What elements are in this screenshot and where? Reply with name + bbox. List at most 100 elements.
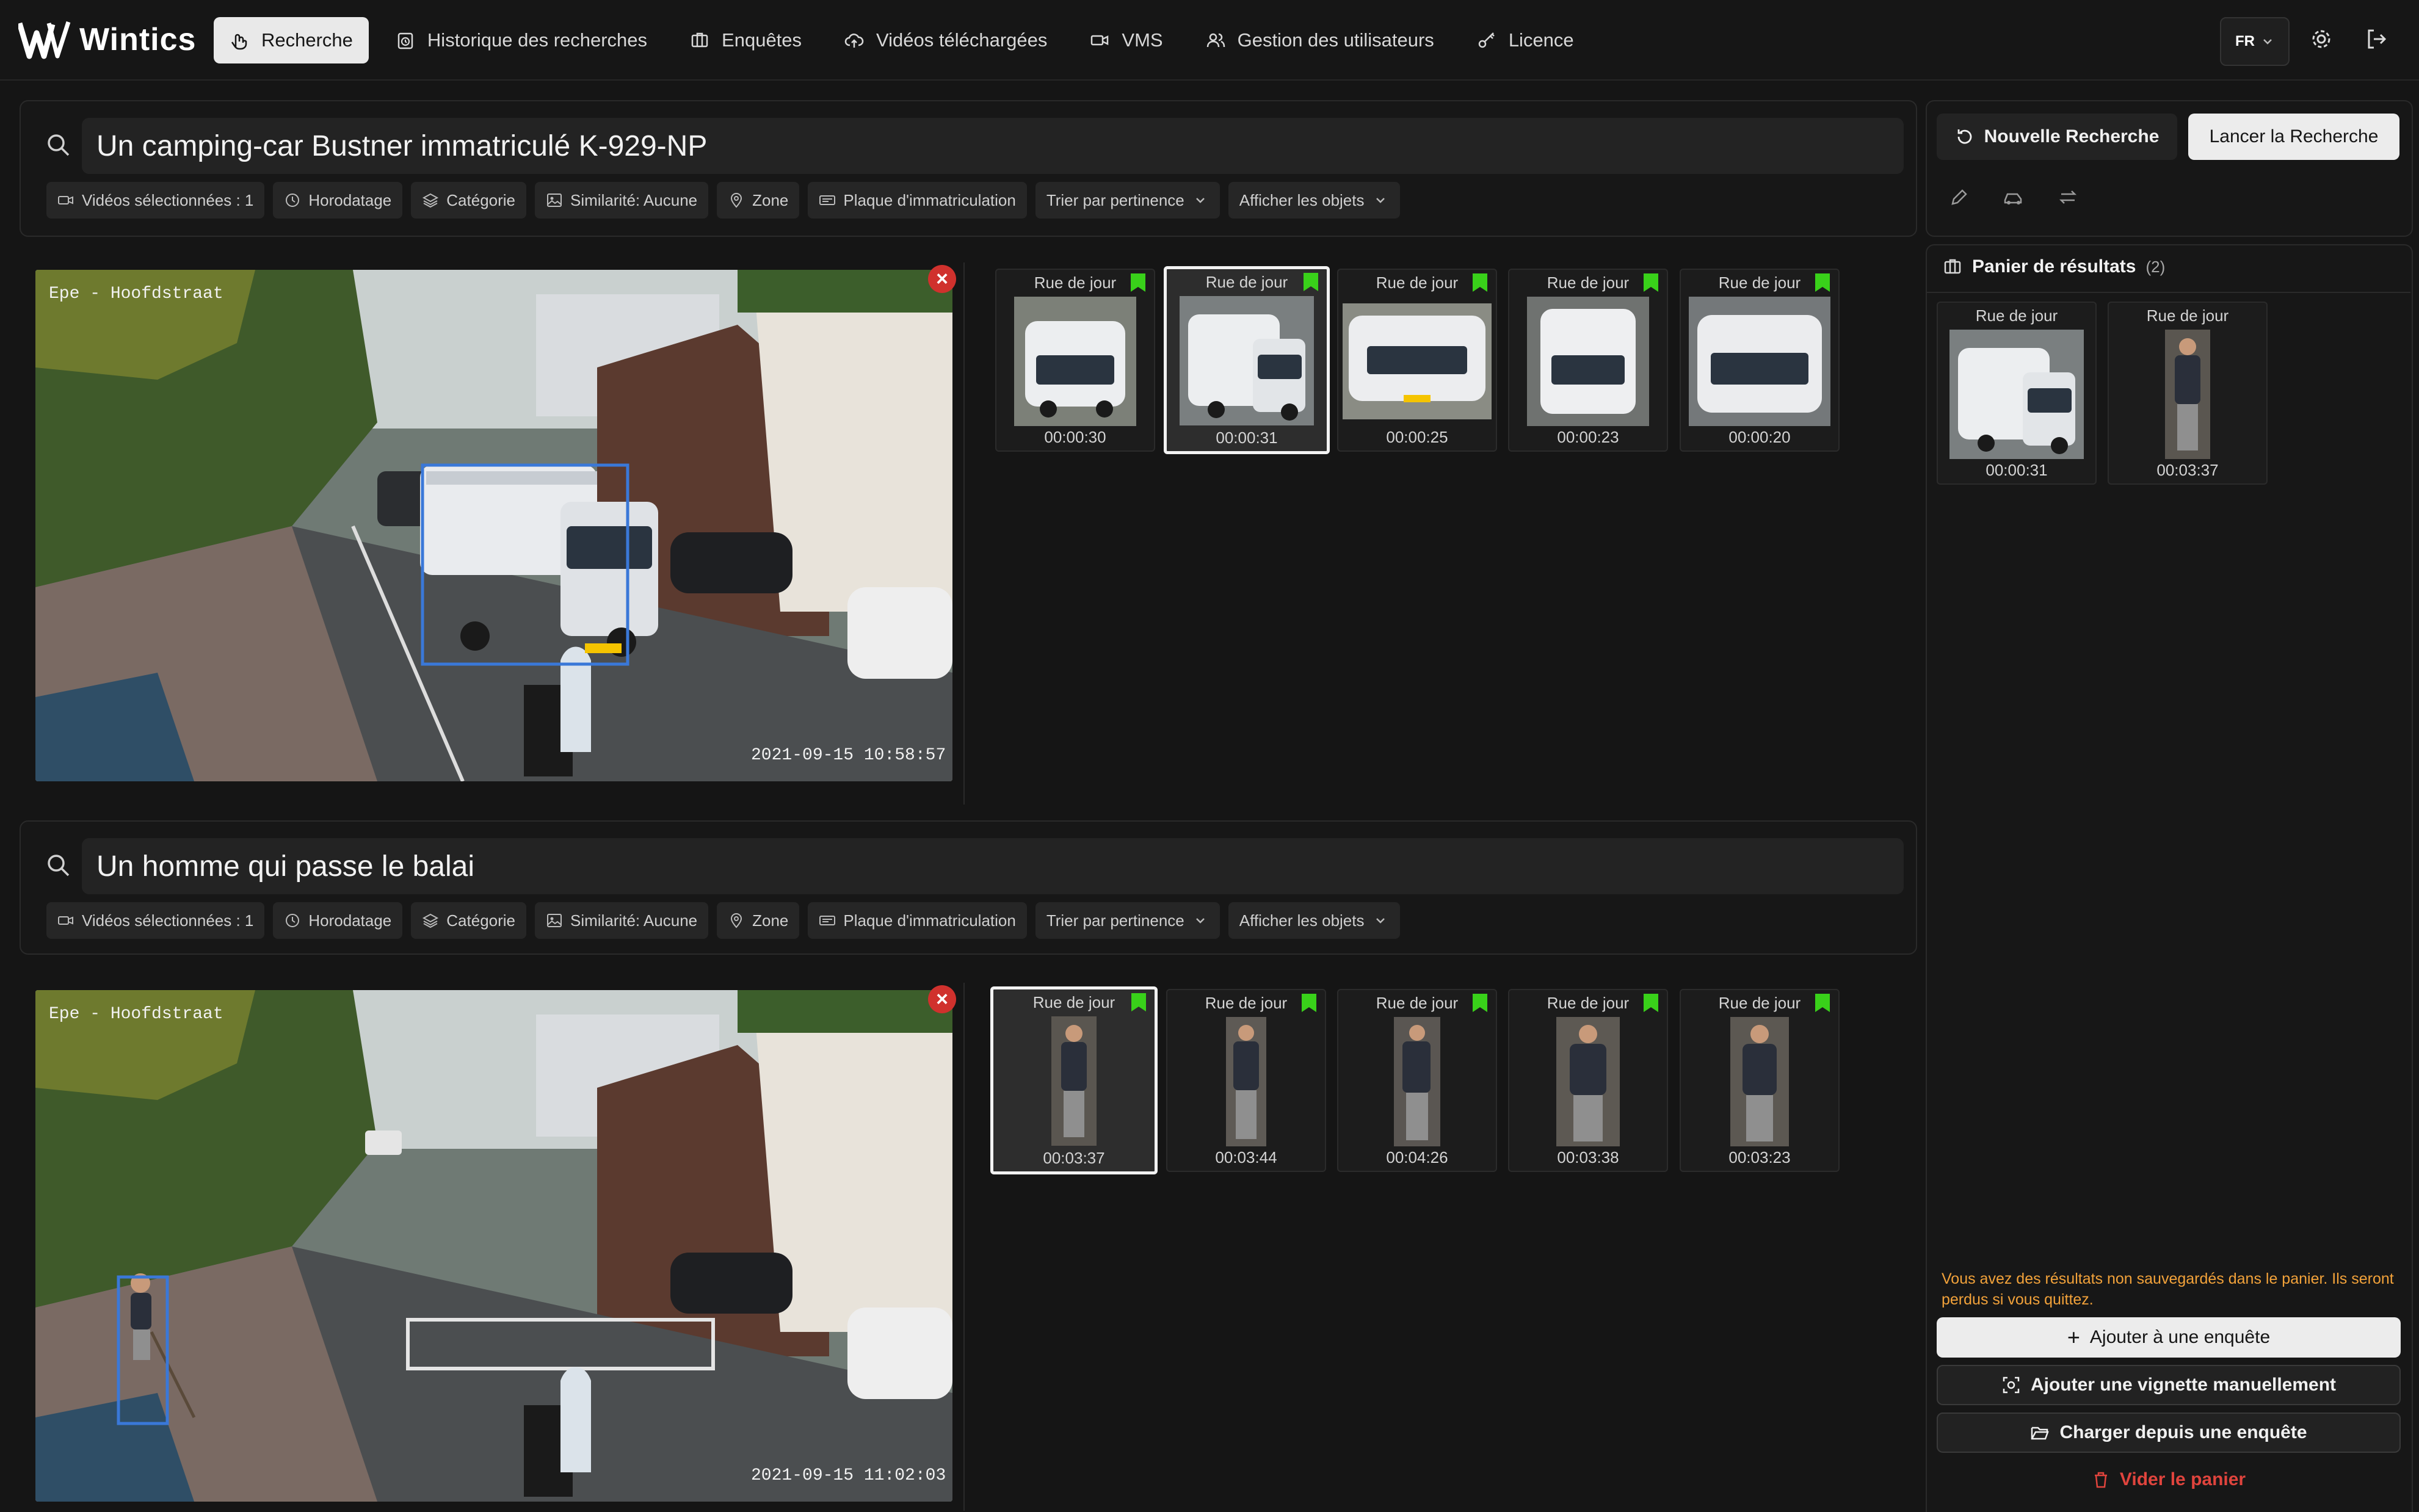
- chip-show-objects[interactable]: Afficher les objets: [1228, 182, 1400, 219]
- chip-show-objects[interactable]: Afficher les objets: [1228, 902, 1400, 939]
- result-thumbnail-selected[interactable]: Rue de jour 00:03:37: [990, 986, 1158, 1174]
- nav-label: Enquêtes: [722, 29, 802, 51]
- chip-label: Catégorie: [446, 190, 516, 209]
- thumb-label: Rue de jour: [1975, 306, 2058, 325]
- car-icon[interactable]: [2003, 187, 2025, 208]
- nav-item-videos-telechargees[interactable]: Vidéos téléchargées: [829, 17, 1063, 63]
- plus-icon: +: [2067, 1325, 2080, 1350]
- chip-category[interactable]: Catégorie: [411, 902, 527, 939]
- result-thumbnail[interactable]: Rue de jour 00:00:20: [1680, 269, 1840, 452]
- divider: [963, 983, 965, 1511]
- nav-item-recherche[interactable]: Recherche: [214, 17, 369, 63]
- camper-van: [420, 465, 658, 657]
- close-icon: ×: [936, 987, 948, 1011]
- run-search-button[interactable]: Lancer la Recherche: [2188, 114, 2399, 160]
- nav-item-gestion-utilisateurs[interactable]: Gestion des utilisateurs: [1190, 17, 1450, 63]
- chip-similarity[interactable]: Similarité: Aucune: [535, 902, 709, 939]
- result-thumbnail[interactable]: Rue de jour 00:03:23: [1680, 989, 1840, 1172]
- result-thumbnail[interactable]: Rue de jour 00:03:38: [1508, 989, 1668, 1172]
- bookmark-icon[interactable]: [1302, 994, 1316, 1012]
- pencil-icon[interactable]: [1949, 187, 1970, 208]
- chip-zone[interactable]: Zone: [717, 182, 800, 219]
- chip-sort[interactable]: Trier par pertinence: [1035, 182, 1220, 219]
- bookmark-icon[interactable]: [1473, 273, 1487, 292]
- run-search-label: Lancer la Recherche: [2209, 126, 2379, 146]
- chip-timestamp[interactable]: Horodatage: [273, 182, 403, 219]
- image-icon: [547, 914, 562, 927]
- key-icon: [1478, 32, 1495, 48]
- chip-zone[interactable]: Zone: [717, 902, 800, 939]
- bookmark-icon[interactable]: [1644, 994, 1658, 1012]
- chip-label: Trier par pertinence: [1046, 190, 1184, 209]
- detection-overlay: [117, 1273, 196, 1425]
- chip-sort[interactable]: Trier par pertinence: [1035, 902, 1220, 939]
- add-to-case-button[interactable]: + Ajouter à une enquête: [1937, 1317, 2401, 1358]
- chip-license-plate[interactable]: Plaque d'immatriculation: [808, 902, 1027, 939]
- close-frame-button[interactable]: ×: [928, 265, 956, 293]
- chip-label: Plaque d'immatriculation: [843, 190, 1016, 209]
- video-camera-icon: [58, 196, 73, 204]
- nav-item-licence[interactable]: Licence: [1461, 17, 1590, 63]
- result-thumbnail-selected[interactable]: Rue de jour 00:00:31: [1164, 266, 1330, 454]
- nav-item-historique[interactable]: Historique des recherches: [380, 17, 663, 63]
- chip-label: Horodatage: [308, 190, 392, 209]
- app-logo[interactable]: Wintics: [18, 18, 196, 61]
- search-filters-2: Vidéos sélectionnées : 1 Horodatage Caté…: [46, 902, 1400, 939]
- thumb-label: Rue de jour: [2146, 306, 2229, 325]
- video-frame-1[interactable]: Epe - Hoofdstraat 2021-09-15 10:58:57: [35, 270, 952, 781]
- empty-basket-button[interactable]: Vider le panier: [1937, 1463, 2401, 1497]
- thumb-time: 00:03:44: [1215, 1148, 1277, 1167]
- person-with-broom: [131, 1273, 196, 1419]
- camera-label: Epe - Hoofdstraat: [49, 284, 223, 303]
- chip-license-plate[interactable]: Plaque d'immatriculation: [808, 182, 1027, 219]
- bookmark-icon[interactable]: [1815, 273, 1830, 292]
- language-selector[interactable]: FR: [2220, 17, 2290, 66]
- nav-item-enquetes[interactable]: Enquêtes: [674, 17, 818, 63]
- result-thumbnail[interactable]: Rue de jour 00:00:25: [1337, 269, 1497, 452]
- nav-label: Licence: [1508, 29, 1574, 51]
- clock-icon: [286, 914, 300, 927]
- chip-category[interactable]: Catégorie: [411, 182, 527, 219]
- chip-similarity[interactable]: Similarité: Aucune: [535, 182, 709, 219]
- search-query-input[interactable]: Un camping-car Bustner immatriculé K-929…: [82, 118, 1904, 174]
- trash-icon: [2094, 1472, 2107, 1488]
- bookmark-icon[interactable]: [1131, 273, 1145, 292]
- result-thumbnail[interactable]: Rue de jour 00:00:23: [1508, 269, 1668, 452]
- bookmark-icon[interactable]: [1644, 273, 1658, 292]
- folder-open-icon: [2031, 1427, 2050, 1440]
- bookmark-icon[interactable]: [1815, 994, 1830, 1012]
- chip-selected-videos[interactable]: Vidéos sélectionnées : 1: [46, 902, 265, 939]
- users-icon: [1206, 33, 1225, 48]
- person-thumbnail: [1394, 1017, 1440, 1146]
- video-frame-2[interactable]: Epe - Hoofdstraat 2021-09-15 11:02:03: [35, 990, 952, 1502]
- nav-item-vms[interactable]: VMS: [1074, 17, 1178, 63]
- thumb-time: 00:00:23: [1557, 428, 1619, 446]
- add-thumbnail-button[interactable]: Ajouter une vignette manuellement: [1937, 1365, 2401, 1405]
- camera-label: Epe - Hoofdstraat: [49, 1005, 223, 1024]
- thumb-time: 00:03:23: [1728, 1148, 1791, 1167]
- gear-icon[interactable]: [2309, 27, 2334, 51]
- close-frame-button[interactable]: ×: [928, 985, 956, 1013]
- result-thumbnail[interactable]: Rue de jour 00:00:30: [995, 269, 1155, 452]
- swap-icon[interactable]: [2058, 187, 2078, 208]
- camper-van-thumbnail: [1527, 297, 1649, 426]
- result-thumbnail[interactable]: Rue de jour 00:03:44: [1166, 989, 1326, 1172]
- thumb-time: 00:03:37: [2156, 461, 2219, 479]
- bookmark-icon[interactable]: [1304, 273, 1318, 291]
- cloud-upload-icon: [844, 34, 864, 48]
- basket-item[interactable]: Rue de jour 00:00:31: [1937, 302, 2097, 485]
- chip-selected-videos[interactable]: Vidéos sélectionnées : 1: [46, 182, 265, 219]
- logout-icon[interactable]: [2364, 27, 2388, 51]
- result-thumbnail[interactable]: Rue de jour 00:04:26: [1337, 989, 1497, 1172]
- bookmark-icon[interactable]: [1131, 993, 1146, 1011]
- divider: [1926, 292, 2410, 293]
- bookmark-icon[interactable]: [1473, 994, 1487, 1012]
- thumb-label: Rue de jour: [1032, 993, 1115, 1011]
- chevron-down-icon: [1376, 198, 1385, 203]
- basket-item[interactable]: Rue de jour 00:03:37: [2108, 302, 2268, 485]
- load-from-case-button[interactable]: Charger depuis une enquête: [1937, 1413, 2401, 1453]
- new-search-button[interactable]: Nouvelle Recherche: [1937, 114, 2177, 160]
- add-to-case-label: Ajouter à une enquête: [2089, 1327, 2271, 1347]
- chip-timestamp[interactable]: Horodatage: [273, 902, 403, 939]
- search-query-input[interactable]: Un homme qui passe le balai: [82, 838, 1904, 894]
